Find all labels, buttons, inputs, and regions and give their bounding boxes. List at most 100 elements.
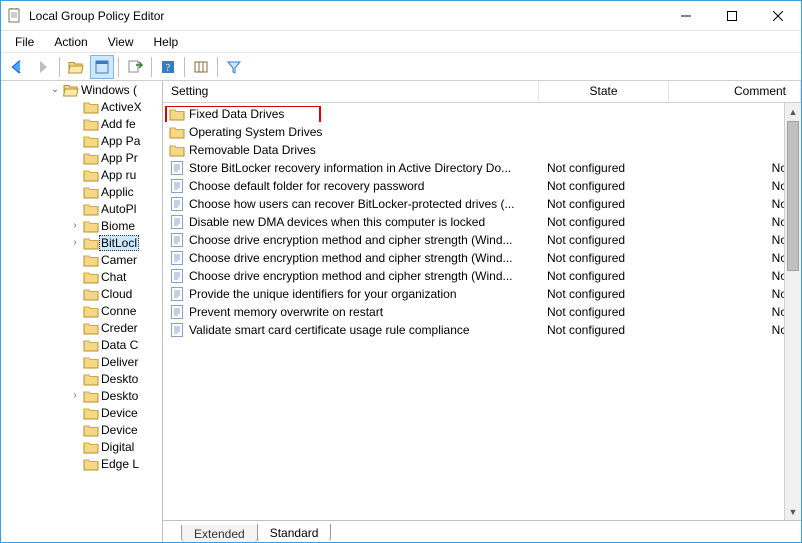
tree-node[interactable]: Digital — [1, 438, 162, 455]
tree-node[interactable]: Cloud — [1, 285, 162, 302]
close-button[interactable] — [755, 1, 801, 31]
up-one-level-button[interactable] — [64, 55, 88, 79]
policy-list: Setting State Comment Fixed Data DrivesO… — [163, 81, 801, 520]
tree-node[interactable]: Edge L — [1, 455, 162, 472]
scroll-down-icon[interactable]: ▼ — [785, 503, 801, 520]
list-folder-row[interactable]: Removable Data Drives — [163, 141, 801, 159]
tree-label: Conne — [99, 304, 138, 318]
tree-node[interactable]: Camer — [1, 251, 162, 268]
folder-icon — [83, 269, 99, 285]
policy-icon — [169, 250, 185, 266]
tree-node[interactable]: Creder — [1, 319, 162, 336]
toolbar — [1, 53, 801, 81]
tree-label: Edge L — [99, 457, 141, 471]
toolbar-separator — [118, 57, 119, 77]
maximize-icon — [727, 11, 737, 21]
body: ⌄Windows (ActiveX Add feApp PaApp PrApp r… — [1, 81, 801, 542]
minimize-button[interactable] — [663, 1, 709, 31]
row-state: Not configured — [539, 197, 669, 211]
tree-node[interactable]: Data C — [1, 336, 162, 353]
list-policy-row[interactable]: Validate smart card certificate usage ru… — [163, 321, 801, 339]
chevron-right-icon: › — [73, 390, 76, 401]
menu-help[interactable]: Help — [144, 33, 189, 51]
tree-node[interactable]: › Deskto — [1, 387, 162, 404]
tree-node[interactable]: Device — [1, 404, 162, 421]
tree-node[interactable]: App ru — [1, 166, 162, 183]
column-settings-button[interactable] — [189, 55, 213, 79]
nav-back-button[interactable] — [5, 55, 29, 79]
tree-label: Cloud — [99, 287, 134, 301]
show-tree-button[interactable] — [90, 55, 114, 79]
menu-file[interactable]: File — [5, 33, 44, 51]
row-state: Not configured — [539, 233, 669, 247]
tree-label: Deliver — [99, 355, 140, 369]
row-comment: No — [669, 269, 801, 283]
tree-node[interactable]: Add fe — [1, 115, 162, 132]
tree-label: Windows ( — [79, 83, 139, 97]
folder-icon — [83, 235, 99, 251]
tree-node[interactable]: Conne — [1, 302, 162, 319]
list-policy-row[interactable]: Choose drive encryption method and ciphe… — [163, 267, 801, 285]
tree-label: Deskto — [99, 389, 140, 403]
maximize-button[interactable] — [709, 1, 755, 31]
list-policy-row[interactable]: Provide the unique identifiers for your … — [163, 285, 801, 303]
folder-icon — [83, 286, 99, 302]
policy-icon — [169, 286, 185, 302]
tree-node[interactable]: ›Biome — [1, 217, 162, 234]
folder-icon — [83, 184, 99, 200]
tree-node[interactable]: ›BitLocl — [1, 234, 162, 251]
window: Local Group Policy Editor File Action Vi… — [0, 0, 802, 543]
list-policy-row[interactable]: Choose drive encryption method and ciphe… — [163, 231, 801, 249]
scroll-up-icon[interactable]: ▲ — [785, 103, 801, 120]
folder-icon — [83, 303, 99, 319]
policy-icon — [169, 196, 185, 212]
help-button[interactable] — [156, 55, 180, 79]
tree-node[interactable]: Deskto — [1, 370, 162, 387]
policy-icon — [169, 322, 185, 338]
scroll-thumb[interactable] — [787, 121, 799, 271]
folder-icon — [83, 405, 99, 421]
vertical-scrollbar[interactable]: ▲ ▼ — [784, 103, 801, 520]
folder-open-icon — [63, 82, 79, 98]
col-header-comment[interactable]: Comment — [669, 81, 801, 102]
titlebar: Local Group Policy Editor — [1, 1, 801, 31]
tree-node[interactable]: Deliver — [1, 353, 162, 370]
col-header-setting[interactable]: Setting — [163, 81, 539, 102]
chevron-right-icon: › — [73, 237, 76, 248]
list-policy-row[interactable]: Choose default folder for recovery passw… — [163, 177, 801, 195]
list-folder-row[interactable]: Fixed Data Drives — [163, 105, 801, 123]
list-policy-row[interactable]: Choose how users can recover BitLocker-p… — [163, 195, 801, 213]
tree-node[interactable]: Device — [1, 421, 162, 438]
row-label: Choose how users can recover BitLocker-p… — [189, 197, 514, 211]
row-comment: No — [669, 197, 801, 211]
tree-node[interactable]: Chat — [1, 268, 162, 285]
menu-view[interactable]: View — [98, 33, 144, 51]
tab-standard[interactable]: Standard — [257, 524, 332, 542]
row-label: Removable Data Drives — [189, 143, 316, 157]
tree-label: Add fe — [99, 117, 138, 131]
policy-icon — [169, 160, 185, 176]
list-policy-row[interactable]: Store BitLocker recovery information in … — [163, 159, 801, 177]
tree-label: Device — [99, 406, 140, 420]
nav-forward-button[interactable] — [31, 55, 55, 79]
list-policy-row[interactable]: Disable new DMA devices when this comput… — [163, 213, 801, 231]
tree-node[interactable]: Applic — [1, 183, 162, 200]
folder-icon — [83, 371, 99, 387]
row-comment: No — [669, 179, 801, 193]
list-folder-row[interactable]: Operating System Drives — [163, 123, 801, 141]
list-policy-row[interactable]: Choose drive encryption method and ciphe… — [163, 249, 801, 267]
filter-button[interactable] — [222, 55, 246, 79]
tree-node[interactable]: App Pr — [1, 149, 162, 166]
tab-extended[interactable]: Extended — [181, 525, 258, 542]
menu-action[interactable]: Action — [44, 33, 97, 51]
row-label: Store BitLocker recovery information in … — [189, 161, 511, 175]
tree-pane-icon — [94, 59, 110, 75]
tree-node-windows[interactable]: ⌄Windows ( — [1, 81, 162, 98]
export-list-button[interactable] — [123, 55, 147, 79]
tree-label: Device — [99, 423, 140, 437]
tree-node[interactable]: App Pa — [1, 132, 162, 149]
list-policy-row[interactable]: Prevent memory overwrite on restartNot c… — [163, 303, 801, 321]
tree-node[interactable]: AutoPl — [1, 200, 162, 217]
col-header-state[interactable]: State — [539, 81, 669, 102]
tree-node[interactable]: ActiveX — [1, 98, 162, 115]
